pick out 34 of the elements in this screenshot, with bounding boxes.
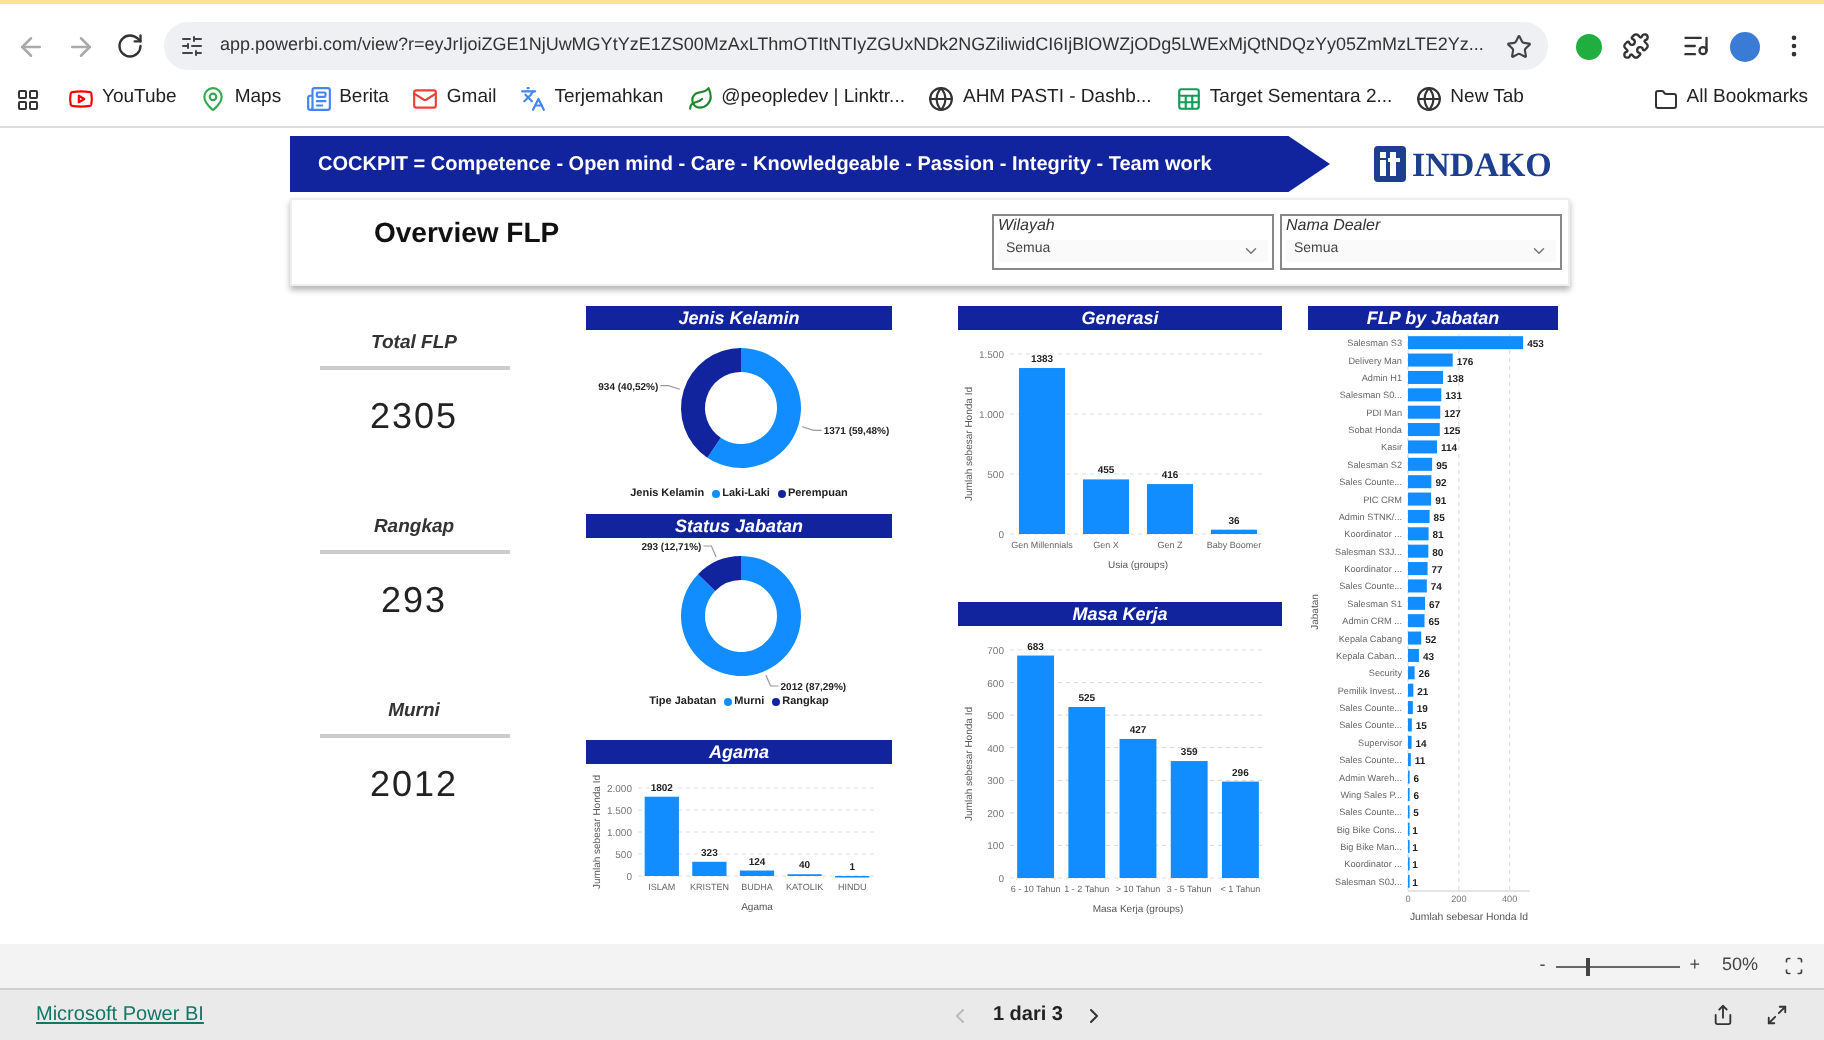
kpi-label: Rangkap [373,514,455,542]
address-bar[interactable]: app.powerbi.com/view?r=eyJrIjoiZGE1NjUwMGYtYzE1ZS00MzAxLThmOTItNTIyZGUxNDk2NGZiliwidCI6IjBlOWZjODg5LWExMjQtNDQzYy05ZmMzLTE2Yz... [164,22,1548,70]
bookmark[interactable]: Target Sementara 2... [1175,84,1393,114]
slicer-label: Wilayah [998,216,1057,236]
kpi-label: Murni [388,698,440,726]
bookmark[interactable]: AHM PASTI - Dashb... [928,84,1152,114]
chart-title: Generasi [958,306,1282,330]
kpi-label: Total FLP [371,330,457,358]
zoom-in-button[interactable]: + [1689,952,1700,980]
page-title: Overview FLP [374,214,560,252]
bookmark[interactable]: YouTube [68,84,177,114]
kpi-value: 293 [380,578,448,625]
kpi-value: 2012 [369,762,459,809]
bookmark[interactable]: Maps [200,84,282,114]
bookmark[interactable]: Terjemahkan [520,84,664,114]
zoom-reading: 50% [1721,952,1758,979]
url-text: app.powerbi.com/view?r=eyJrIjoiZGE1NjUwMGYtYzE1ZS00MzAxLThmOTItNTIyZGUxNDk2NGZiliwidCI6IjBlOWZjODg5LWExMjQtNDQzYy05ZmMzLTE2Yz... [220,32,1486,59]
chart-title: Masa Kerja [958,602,1282,626]
bookmark[interactable]: Berita [305,84,389,114]
slicer-label: Nama Dealer [1286,216,1383,236]
all-bookmarks-button[interactable]: All Bookmarks [1654,84,1808,114]
chart-title: Agama [586,739,892,763]
logo-text: INDAKO [1412,147,1552,181]
chart-title: Jenis Kelamin [586,306,892,330]
kpi-value: 2305 [369,394,459,441]
chart-title: FLP by Jabatan [1308,306,1558,330]
zoom-out-button[interactable]: - [1539,952,1546,980]
bookmark[interactable]: New Tab [1416,84,1524,114]
power-bi-link[interactable]: Microsoft Power BI [36,1000,204,1030]
chart-title: Status Jabatan [586,514,892,539]
bookmark[interactable]: Gmail [412,84,497,114]
cockpit-banner: COCKPIT = Competence - Open mind - Care - Knowledgeable - Passion - Integrity - Team work [290,136,1330,192]
bookmark[interactable]: @peopledev | Linktr... [687,84,905,114]
page-indicator: 1 dari 3 [992,1002,1063,1030]
